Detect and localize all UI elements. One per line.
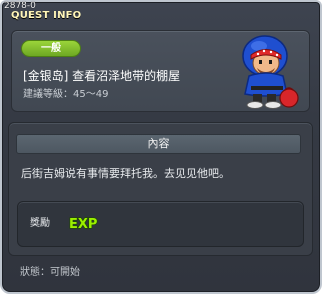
quest-level-range: 建議等級：45～49 (23, 89, 109, 100)
category-badge: 一般 (21, 40, 81, 57)
exp-icon: EXP (68, 216, 98, 232)
reward-label: 獎勵 (30, 218, 50, 229)
quest-header-panel: 一般 [金银岛] 查看沼泽地带的棚屋 建議等級：45～49 (11, 30, 310, 112)
content-header: 內容 (16, 134, 301, 154)
quest-title: [金银岛] 查看沼泽地带的棚屋 (23, 69, 181, 83)
window-title: QUEST INFO (11, 10, 82, 21)
npc-portrait-icon (242, 35, 299, 109)
quest-description: 后街吉姆说有事情要拜托我。去见见他吧。 (21, 167, 230, 180)
reward-panel: 獎勵 EXP (17, 201, 304, 247)
exp-icon-text: EXP (69, 217, 97, 232)
content-panel: 內容 后街吉姆说有事情要拜托我。去见见他吧。 獎勵 EXP (8, 122, 313, 256)
quest-status: 狀態：可開始 (20, 267, 80, 278)
